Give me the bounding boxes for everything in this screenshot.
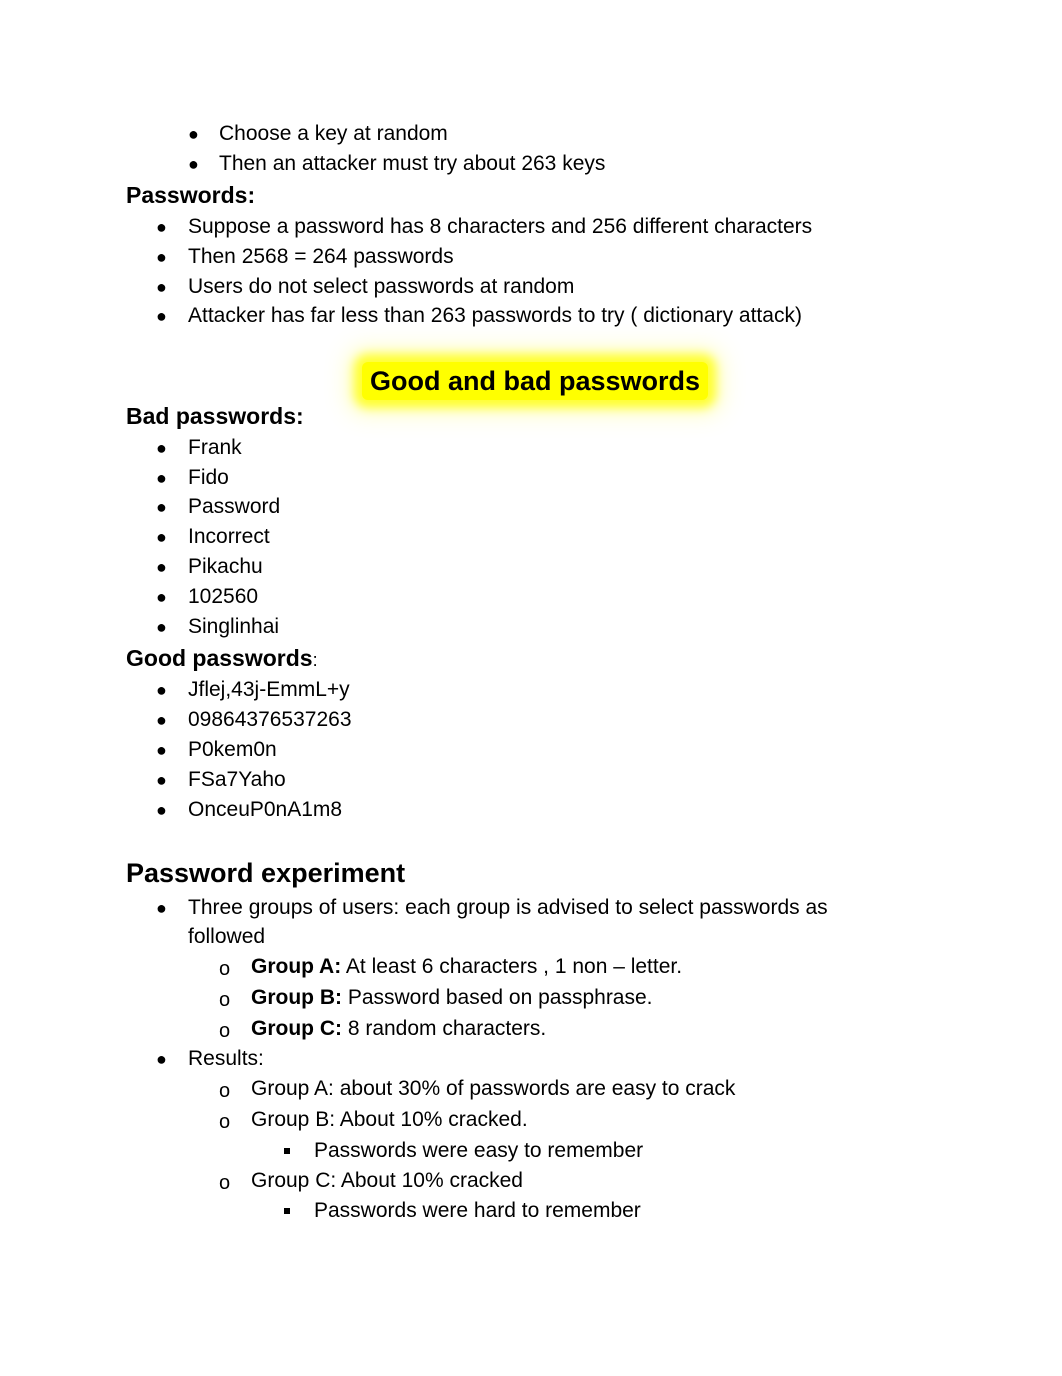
list-item: P0kem0n: [188, 738, 277, 761]
bullet-icon: ●: [156, 557, 167, 577]
circle-bullet-icon: o: [219, 1020, 231, 1042]
circle-bullet-icon: o: [219, 958, 231, 980]
list-item: Singlinhai: [188, 615, 280, 638]
list-item: Suppose a password has 8 characters and …: [188, 215, 813, 238]
group-item: Group C: 8 random characters.: [251, 1016, 546, 1042]
group-item: Group A: At least 6 characters , 1 non –…: [251, 954, 682, 980]
group-text: Password based on passphrase.: [341, 986, 653, 1009]
circle-bullet-icon: o: [219, 989, 231, 1011]
result-subitem: Passwords were hard to remember: [314, 1199, 641, 1222]
circle-bullet-icon: o: [219, 1080, 231, 1102]
list-item: 09864376537263: [188, 708, 352, 731]
circle-bullet-icon: o: [219, 1111, 231, 1133]
bullet-icon: ●: [156, 740, 167, 760]
bullet-icon: ●: [156, 527, 167, 547]
bullet-icon: ●: [156, 710, 167, 730]
section-heading-experiment: Password experiment: [126, 858, 406, 888]
bullet-icon: ●: [156, 800, 167, 820]
square-bullet-icon: [284, 1208, 290, 1214]
list-item: Results:: [188, 1047, 264, 1070]
bullet-icon: ●: [156, 306, 167, 326]
bullet-icon: ●: [156, 587, 167, 607]
result-item: Group C: About 10% cracked: [251, 1169, 523, 1192]
heading-colon: :: [312, 650, 318, 670]
bullet-icon: ●: [188, 124, 199, 144]
list-item: OnceuP0nA1m8: [188, 798, 343, 821]
list-item: Password: [188, 495, 281, 518]
list-item: Fido: [188, 466, 229, 489]
bullet-icon: ●: [156, 1049, 167, 1069]
list-item-continuation: followed: [188, 925, 266, 948]
section-heading-bad-passwords: Bad passwords:: [126, 403, 304, 429]
group-text: 8 random characters.: [341, 1017, 547, 1040]
list-item: 102560: [188, 585, 259, 608]
list-item: Then 2568 = 264 passwords: [188, 245, 454, 268]
result-item: Group A: about 30% of passwords are easy…: [251, 1077, 736, 1100]
bullet-icon: ●: [156, 468, 167, 488]
group-label: Group A:: [251, 955, 342, 978]
bullet-icon: ●: [188, 154, 199, 174]
result-item: Group B: About 10% cracked.: [251, 1108, 528, 1131]
bullet-icon: ●: [156, 680, 167, 700]
bullet-icon: ●: [156, 247, 167, 267]
list-item: FSa7Yaho: [188, 768, 286, 791]
list-item: Choose a key at random: [219, 122, 448, 145]
list-item: Pikachu: [188, 555, 263, 578]
list-item: Jflej,43j-EmmL+y: [188, 678, 350, 701]
list-item: Users do not select passwords at random: [188, 275, 575, 298]
highlighted-title: Good and bad passwords: [362, 362, 709, 400]
bullet-icon: ●: [156, 898, 167, 918]
result-subitem: Passwords were easy to remember: [314, 1139, 644, 1162]
section-heading-good-passwords: Good passwords:: [126, 644, 318, 674]
heading-text: Good passwords: [126, 645, 313, 671]
group-text: At least 6 characters , 1 non – letter.: [341, 955, 683, 978]
circle-bullet-icon: o: [219, 1172, 231, 1194]
section-heading-passwords: Passwords:: [126, 182, 256, 208]
bullet-icon: ●: [156, 217, 167, 237]
list-item: Incorrect: [188, 525, 270, 548]
group-label: Group C:: [251, 1017, 342, 1040]
group-item: Group B: Password based on passphrase.: [251, 985, 653, 1011]
list-item: Three groups of users: each group is adv…: [188, 896, 828, 919]
bullet-icon: ●: [156, 497, 167, 517]
list-item: Attacker has far less than 263 passwords…: [188, 304, 802, 327]
bullet-icon: ●: [156, 438, 167, 458]
document-page: ● Choose a key at random ● Then an attac…: [0, 0, 1062, 1376]
bullet-icon: ●: [156, 277, 167, 297]
list-item: Then an attacker must try about 263 keys: [219, 152, 606, 175]
list-item: Frank: [188, 436, 242, 459]
group-label: Group B:: [251, 986, 342, 1009]
bullet-icon: ●: [156, 770, 167, 790]
square-bullet-icon: [284, 1148, 290, 1154]
bullet-icon: ●: [156, 617, 167, 637]
